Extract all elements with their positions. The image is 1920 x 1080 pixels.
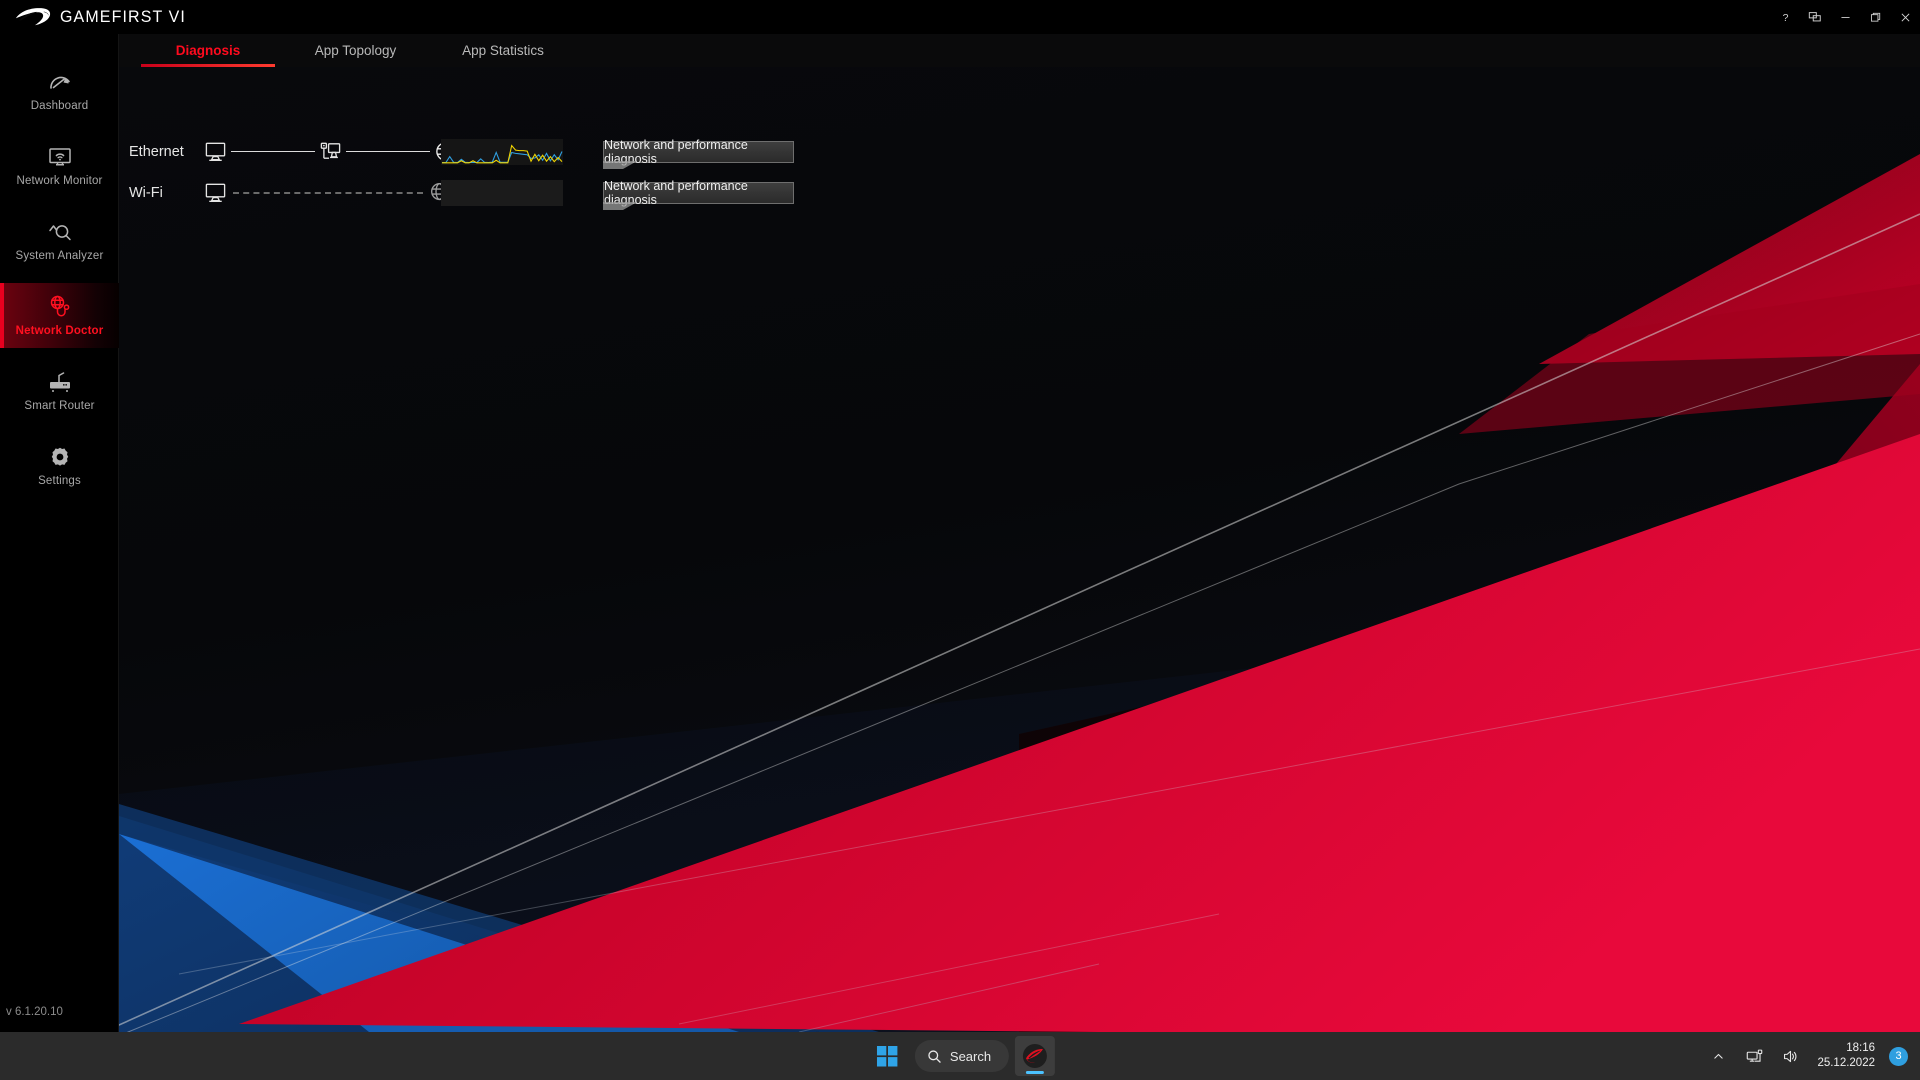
- minimize-icon: [1839, 11, 1852, 24]
- app-brand: GAMEFIRST VI: [0, 6, 194, 28]
- maximize-button[interactable]: [1860, 0, 1890, 34]
- sidebar-item-label: Network Monitor: [17, 175, 103, 187]
- monitor-wifi-icon: [47, 144, 73, 170]
- tab-bar: Diagnosis App Topology App Statistics: [119, 34, 1920, 67]
- link-device-to-internet: [346, 151, 430, 152]
- stethoscope-globe-icon: [47, 294, 73, 320]
- tab-app-topology[interactable]: App Topology: [283, 34, 428, 67]
- close-icon: [1899, 11, 1912, 24]
- svg-text:?: ?: [1782, 11, 1788, 23]
- sparkline-chart: [441, 139, 563, 165]
- sidebar-item-label: Dashboard: [31, 100, 89, 112]
- dashboard-gauge-icon: [47, 69, 73, 95]
- adapter-name-label: Ethernet: [129, 144, 184, 160]
- close-button[interactable]: [1890, 0, 1920, 34]
- window-overlap-icon: [1808, 10, 1822, 24]
- rog-eye-logo-icon: [14, 6, 52, 28]
- sidebar-item-label: Smart Router: [24, 400, 94, 412]
- app-version-label: v 6.1.20.10: [6, 1006, 63, 1018]
- sidebar-item-label: Settings: [38, 475, 81, 487]
- clock-time: 18:16: [1846, 1041, 1875, 1056]
- sidebar-item-smart-router[interactable]: Smart Router: [0, 358, 119, 423]
- content-area: Diagnosis App Topology App Statistics Et…: [119, 34, 1920, 1032]
- diagnosis-row-wifi: Wi-Fi: [119, 172, 1920, 213]
- windows-taskbar: Search: [0, 1032, 1920, 1080]
- sidebar-item-label: System Analyzer: [16, 250, 104, 262]
- topology-chain-ethernet: [204, 140, 457, 163]
- search-icon: [927, 1049, 942, 1064]
- windows-logo-icon: [876, 1046, 897, 1067]
- app-title: GAMEFIRST VI: [60, 7, 186, 27]
- sidebar-item-label: Network Doctor: [16, 325, 104, 337]
- clock-date: 25.12.2022: [1817, 1056, 1875, 1071]
- start-button[interactable]: [865, 1036, 909, 1076]
- snap-button[interactable]: [1800, 0, 1830, 34]
- volume-button[interactable]: [1777, 1040, 1803, 1072]
- button-corner-accent: [603, 161, 637, 169]
- topology-chain-wifi: [204, 181, 452, 204]
- sidebar-item-network-doctor[interactable]: Network Doctor: [0, 283, 119, 348]
- gamefirst-app-window: Diagnosis App Topology App Statistics Et…: [0, 0, 1920, 1032]
- sidebar-item-settings[interactable]: Settings: [0, 433, 119, 498]
- question-mark-icon: ?: [1779, 11, 1792, 24]
- window-controls: ?: [1770, 0, 1920, 34]
- pc-monitor-icon: [204, 140, 227, 163]
- pc-monitor-icon: [204, 181, 227, 204]
- sidebar-item-network-monitor[interactable]: Network Monitor: [0, 133, 119, 198]
- network-performance-diagnosis-button-ethernet[interactable]: Network and performance diagnosis: [603, 141, 794, 163]
- network-performance-diagnosis-button-wifi[interactable]: Network and performance diagnosis: [603, 182, 794, 204]
- link-pc-to-internet-disconnected: [233, 192, 423, 194]
- throughput-sparkline-empty: [441, 180, 563, 206]
- diagnosis-panel: Ethernet: [119, 67, 1920, 213]
- taskbar-center-group: Search: [865, 1032, 1055, 1080]
- maximize-icon: [1869, 11, 1882, 24]
- title-bar: GAMEFIRST VI ?: [0, 0, 1920, 34]
- search-button[interactable]: Search: [915, 1040, 1009, 1072]
- diagnosis-row-ethernet: Ethernet: [119, 131, 1920, 172]
- clock[interactable]: 18:16 25.12.2022: [1813, 1041, 1879, 1071]
- ethernet-icon: [1746, 1048, 1763, 1065]
- analyzer-search-icon: [47, 219, 73, 245]
- help-button[interactable]: ?: [1770, 0, 1800, 34]
- chevron-up-icon: [1712, 1050, 1725, 1063]
- sidebar-item-dashboard[interactable]: Dashboard: [0, 58, 119, 123]
- speaker-icon: [1782, 1048, 1799, 1065]
- gear-icon: [48, 444, 72, 470]
- notification-badge[interactable]: 3: [1889, 1047, 1908, 1066]
- tab-diagnosis[interactable]: Diagnosis: [133, 34, 283, 67]
- gamefirst-app-icon: [1022, 1043, 1048, 1069]
- network-device-icon: [319, 140, 342, 163]
- sidebar: Dashboard Network Monitor: [0, 34, 119, 1032]
- router-icon: [47, 369, 73, 395]
- taskbar-app-gamefirst[interactable]: [1015, 1036, 1055, 1076]
- sidebar-item-system-analyzer[interactable]: System Analyzer: [0, 208, 119, 273]
- button-corner-accent: [603, 202, 637, 210]
- show-hidden-icons-button[interactable]: [1705, 1040, 1731, 1072]
- throughput-sparkline: [441, 139, 563, 165]
- adapter-name-label: Wi-Fi: [129, 185, 163, 201]
- network-status-button[interactable]: [1741, 1040, 1767, 1072]
- tab-app-statistics[interactable]: App Statistics: [428, 34, 578, 67]
- search-label: Search: [950, 1049, 991, 1064]
- minimize-button[interactable]: [1830, 0, 1860, 34]
- system-tray: 18:16 25.12.2022 3: [1705, 1032, 1914, 1080]
- link-pc-to-device: [231, 151, 315, 152]
